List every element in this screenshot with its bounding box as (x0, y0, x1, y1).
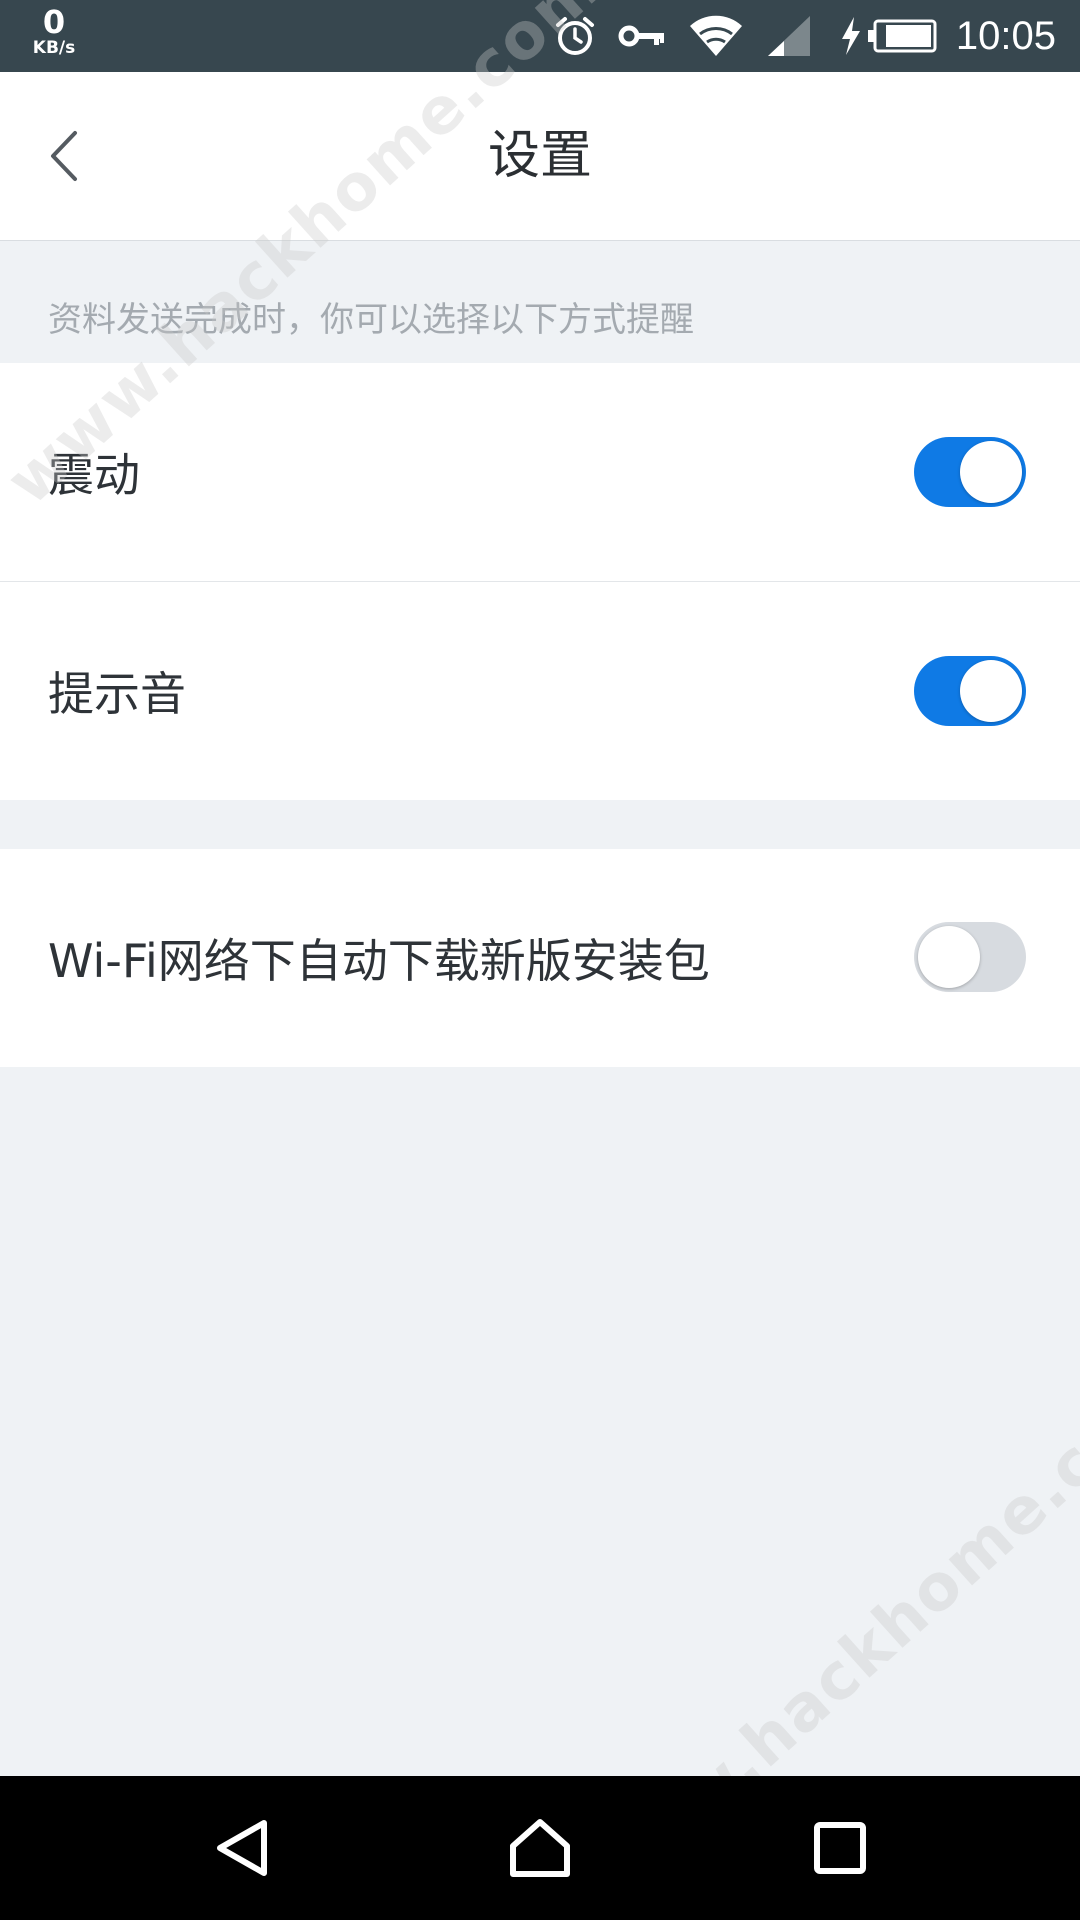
toggle-knob (918, 926, 980, 988)
setting-label-sound: 提示音 (48, 667, 186, 721)
network-speed-indicator: 0 KB/s (26, 6, 82, 57)
signal-icon (766, 14, 812, 58)
network-speed-unit: KB/s (32, 38, 76, 58)
sound-toggle[interactable] (914, 656, 1026, 726)
nav-back-button[interactable] (172, 1776, 312, 1920)
status-time: 10:05 (955, 13, 1056, 58)
home-icon (510, 1819, 570, 1877)
nav-home-button[interactable] (470, 1776, 610, 1920)
back-triangle-icon (217, 1820, 267, 1876)
system-nav-bar (0, 1776, 1080, 1920)
vpn-key-icon (618, 21, 666, 51)
wifi-auto-download-toggle[interactable] (914, 922, 1026, 992)
setting-row-wifi-auto-download[interactable]: Wi-Fi网络下自动下载新版安装包 (0, 849, 1080, 1067)
toggle-knob (960, 660, 1022, 722)
setting-row-sound[interactable]: 提示音 (0, 582, 1080, 800)
setting-label-wifi-auto-download: Wi-Fi网络下自动下载新版安装包 (48, 934, 710, 988)
wifi-icon (688, 14, 744, 58)
recents-icon (814, 1822, 866, 1874)
page-title: 设置 (487, 126, 592, 186)
network-speed-value: 0 (42, 3, 66, 41)
vibration-toggle[interactable] (914, 437, 1026, 507)
app-header: 设置 (0, 72, 1080, 241)
settings-screen: 0 KB/s 10:05 设置 资料发送完成时，你可以选择以下方式提醒 震动 提… (0, 0, 1080, 1920)
battery-icon (867, 19, 938, 53)
toggle-knob (960, 441, 1022, 503)
nav-recents-button[interactable] (770, 1776, 910, 1920)
charging-icon (840, 17, 862, 55)
